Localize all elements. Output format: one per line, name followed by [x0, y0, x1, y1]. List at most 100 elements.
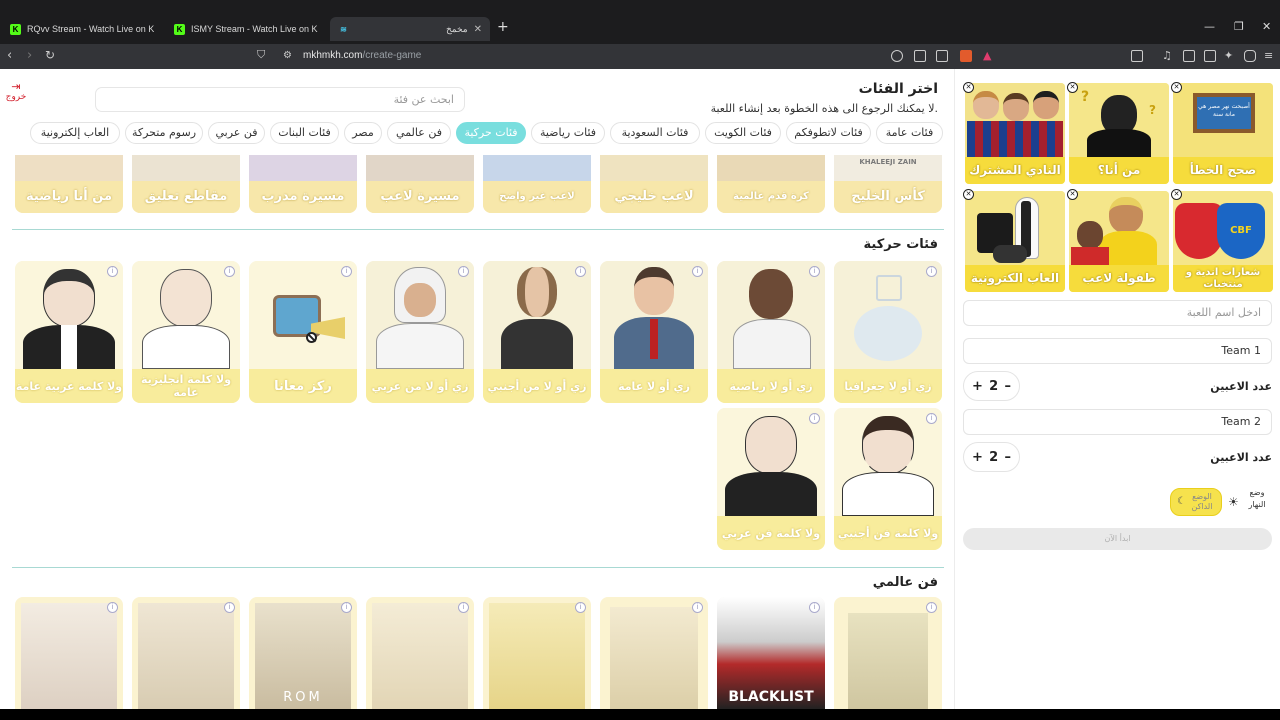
brave-shields-icon[interactable] — [960, 50, 972, 62]
info-icon[interactable]: i — [224, 602, 235, 613]
selected-category-card[interactable]: النادي المشترك — [965, 83, 1065, 184]
selected-category-card[interactable]: العاب الكترونية — [965, 191, 1065, 292]
info-icon[interactable]: i — [341, 266, 352, 277]
selected-category-card[interactable]: طفولة لاعب — [1069, 191, 1169, 292]
selected-category-card[interactable]: ? ? من أنا؟ — [1069, 83, 1169, 184]
plus-icon[interactable]: + — [972, 379, 983, 394]
category-card[interactable]: زي أو لا رياضية i — [717, 261, 825, 403]
info-icon[interactable]: i — [341, 602, 352, 613]
share-icon[interactable] — [936, 50, 948, 62]
sidebar-icon[interactable] — [1183, 50, 1195, 62]
category-card[interactable]: ركز معانا i — [249, 261, 357, 403]
category-card[interactable]: زي أو لا عامة i — [600, 261, 708, 403]
chip-latutfukum[interactable]: فئات لاتطوفكم — [786, 122, 871, 144]
bookmark-icon[interactable]: ⛉ — [257, 48, 265, 62]
category-card[interactable]: ولا كلمة فن أجنبي i — [834, 408, 942, 550]
selected-category-card[interactable]: أصبحت نهر مصر هي مانة سنة صحح الخطأ — [1173, 83, 1273, 184]
media-icon[interactable]: ♫ — [1162, 49, 1172, 62]
minus-icon[interactable]: – — [1004, 450, 1011, 465]
category-search-input[interactable]: ابحث عن فئة — [95, 87, 465, 112]
info-icon[interactable]: i — [926, 413, 937, 424]
chip-video-games[interactable]: العاب إلكترونية — [30, 122, 120, 144]
info-icon[interactable]: i — [575, 266, 586, 277]
category-card[interactable]: مسيرة مدرب — [249, 155, 357, 213]
sun-icon[interactable]: ☀ — [1228, 495, 1239, 509]
site-settings-icon[interactable]: ⚙ — [283, 50, 292, 61]
chip-world-art[interactable]: فن عالمي — [387, 122, 451, 144]
info-icon[interactable]: i — [926, 266, 937, 277]
info-icon[interactable]: i — [809, 413, 820, 424]
chip-saudi[interactable]: فئات السعودية — [610, 122, 700, 144]
category-card[interactable]: ولا كلمة انجليزية عامة i — [132, 261, 240, 403]
category-card[interactable]: ولا كلمة عربية عامة i — [15, 261, 123, 403]
dark-mode-button[interactable]: ☾ الوضع الداكن — [1170, 488, 1222, 516]
wallet-icon[interactable] — [1204, 50, 1216, 62]
browser-tab-kick-ismy[interactable]: K ISMY Stream - Watch Live on Kick — [166, 17, 326, 41]
category-card[interactable]: زي أو لا من أجنبي i — [483, 261, 591, 403]
category-card[interactable]: ROM i — [249, 597, 357, 709]
category-card[interactable]: i — [132, 597, 240, 709]
leo-ai-icon[interactable]: ✦ — [1224, 49, 1233, 62]
chip-cartoons[interactable]: رسوم متحركة — [125, 122, 203, 144]
info-icon[interactable]: i — [107, 266, 118, 277]
category-card[interactable]: زي أو لا من عربي i — [366, 261, 474, 403]
category-card[interactable]: i — [15, 597, 123, 709]
zoom-icon[interactable] — [914, 50, 926, 62]
category-card[interactable]: لاعب غير واضح — [483, 155, 591, 213]
brave-rewards-icon[interactable]: ▲ — [983, 49, 991, 62]
chip-arab-art[interactable]: فن عربي — [208, 122, 265, 144]
category-card[interactable]: كرة قدم عالمية — [717, 155, 825, 213]
category-card[interactable]: i — [834, 597, 942, 709]
chip-sports[interactable]: فئات رياضية — [531, 122, 605, 144]
vpn-icon[interactable] — [1244, 50, 1256, 62]
new-tab-icon[interactable]: + — [497, 19, 509, 35]
minimize-icon[interactable]: — — [1204, 20, 1215, 33]
start-game-button[interactable]: ابدأ الآن — [963, 528, 1272, 550]
remove-category-icon[interactable]: ✕ — [963, 82, 974, 93]
team1-name-input[interactable]: Team 1 — [963, 338, 1272, 364]
password-key-icon[interactable] — [891, 50, 903, 62]
forward-icon[interactable]: › — [27, 48, 32, 63]
day-mode-label[interactable]: وضع النهار — [1242, 487, 1272, 511]
menu-icon[interactable]: ≡ — [1264, 49, 1273, 62]
team2-name-input[interactable]: Team 2 — [963, 409, 1272, 435]
info-icon[interactable]: i — [809, 602, 820, 613]
info-icon[interactable]: i — [692, 266, 703, 277]
category-card[interactable]: زي أو لا جغرافيا i — [834, 261, 942, 403]
category-card[interactable]: مسيرة لاعب — [366, 155, 474, 213]
chip-general[interactable]: فئات عامة — [876, 122, 943, 144]
chip-girls[interactable]: فئات البنات — [270, 122, 339, 144]
url-field[interactable]: mkhmkh.com/create-game — [303, 50, 421, 61]
chip-kuwait[interactable]: فئات الكويت — [705, 122, 781, 144]
plus-icon[interactable]: + — [972, 450, 983, 465]
category-card[interactable]: i — [600, 597, 708, 709]
browser-tab-kick-rqvv[interactable]: K RQvv Stream - Watch Live on Kick — [2, 17, 162, 41]
info-icon[interactable]: i — [809, 266, 820, 277]
close-tab-icon[interactable]: ✕ — [474, 24, 482, 35]
chip-egypt[interactable]: مصر — [344, 122, 382, 144]
browser-tab-mkhmkh[interactable]: ≋ مخمخ ✕ — [330, 17, 490, 41]
back-icon[interactable]: ‹ — [7, 48, 12, 63]
info-icon[interactable]: i — [458, 602, 469, 613]
info-icon[interactable]: i — [224, 266, 235, 277]
remove-category-icon[interactable]: ✕ — [1067, 189, 1078, 200]
selected-category-card[interactable]: CBF شعارات اندية و منتخبات — [1173, 191, 1273, 292]
category-card[interactable]: ولا كلمة فن عربي i — [717, 408, 825, 550]
category-card[interactable]: i — [366, 597, 474, 709]
maximize-icon[interactable]: ❐ — [1234, 20, 1244, 33]
category-card[interactable]: مقاطع تعليق — [132, 155, 240, 213]
category-card[interactable]: لاعب خليجي — [600, 155, 708, 213]
game-name-input[interactable]: ادخل اسم اللعبة — [963, 300, 1272, 326]
remove-category-icon[interactable]: ✕ — [1067, 82, 1078, 93]
remove-category-icon[interactable]: ✕ — [1171, 189, 1182, 200]
reader-mode-icon[interactable] — [1131, 50, 1143, 62]
reload-icon[interactable]: ↻ — [45, 48, 55, 62]
info-icon[interactable]: i — [575, 602, 586, 613]
category-card[interactable]: من أنا رياضية — [15, 155, 123, 213]
close-window-icon[interactable]: ✕ — [1262, 20, 1271, 33]
info-icon[interactable]: i — [692, 602, 703, 613]
info-icon[interactable]: i — [107, 602, 118, 613]
category-card[interactable]: i — [483, 597, 591, 709]
info-icon[interactable]: i — [458, 266, 469, 277]
minus-icon[interactable]: – — [1004, 379, 1011, 394]
